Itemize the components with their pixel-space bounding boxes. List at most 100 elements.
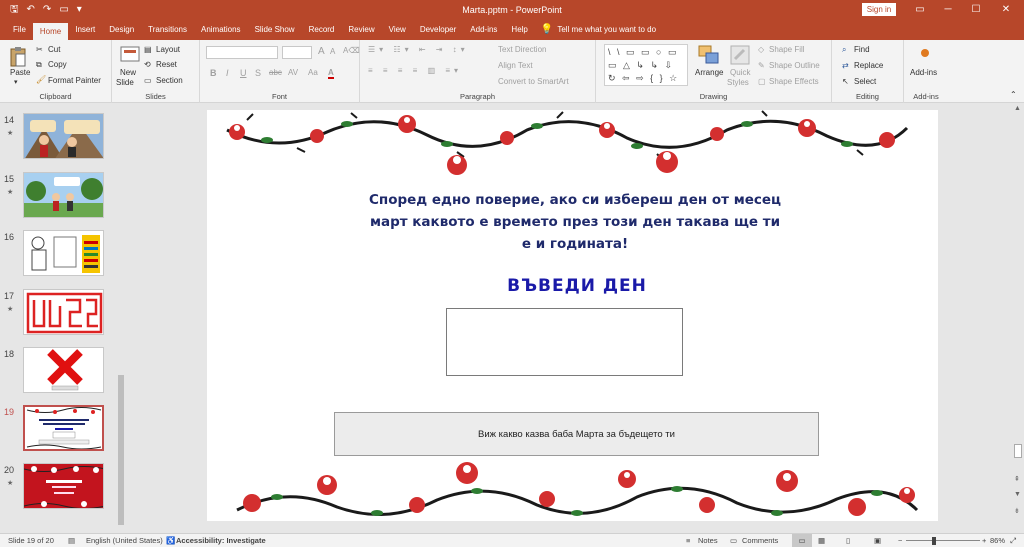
scroll-up-icon[interactable]: ▲ [1014, 105, 1021, 112]
tab-record[interactable]: Record [302, 20, 342, 40]
clear-formatting-icon[interactable]: A⌫ [343, 46, 360, 55]
slide-canvas[interactable]: Според едно поверие, ако си избереш ден … [207, 110, 938, 521]
slide-thumbnail-20[interactable] [23, 463, 104, 509]
reset-button[interactable]: Reset [156, 60, 177, 69]
layout-icon[interactable]: ▤ [144, 45, 152, 54]
notes-button[interactable]: Notes [698, 536, 718, 545]
replace-button[interactable]: Replace [854, 61, 883, 70]
increase-font-size-icon[interactable]: A [318, 46, 325, 57]
slide-thumbnail-16[interactable] [23, 230, 104, 276]
collapse-ribbon-icon[interactable]: ⌃ [1010, 90, 1017, 99]
shape-fill-button[interactable]: Shape Fill [769, 45, 805, 54]
slide-thumbnail-15[interactable] [23, 172, 104, 218]
layout-button[interactable]: Layout [156, 45, 180, 54]
arrange-button[interactable]: Arrange [695, 68, 723, 77]
customize-toolbar-icon[interactable]: ▾ [77, 0, 82, 20]
decrease-font-size-icon[interactable]: A [330, 47, 335, 56]
format-painter-icon[interactable]: 🖌 [36, 75, 46, 84]
cut-button[interactable]: Cut [48, 45, 60, 54]
shape-fill-icon[interactable]: ◇ [758, 45, 764, 54]
section-button[interactable]: Section [156, 76, 183, 85]
select-button[interactable]: Select [854, 77, 876, 86]
ribbon-display-options-icon[interactable]: ▭ [906, 0, 934, 20]
font-color-button[interactable]: A [328, 68, 334, 79]
add-ins-icon[interactable] [918, 46, 932, 60]
undo-icon[interactable]: ↶ [27, 0, 35, 20]
tab-design[interactable]: Design [102, 20, 141, 40]
slide-scrollbar-track[interactable]: ▲ ⇞ ▼ ⇟ [1012, 103, 1024, 533]
save-icon[interactable]: 🖫 [10, 0, 19, 20]
comments-button[interactable]: Comments [742, 536, 778, 545]
arrange-icon[interactable] [698, 45, 720, 65]
tab-insert[interactable]: Insert [68, 20, 102, 40]
slide-thumbnail-19[interactable] [23, 405, 104, 451]
select-icon[interactable]: ↖ [842, 77, 849, 86]
shape-outline-icon[interactable]: ✎ [758, 61, 765, 70]
start-presentation-icon[interactable]: ▭ [59, 0, 68, 20]
tab-transitions[interactable]: Transitions [141, 20, 194, 40]
slide-body-text[interactable]: Според едно поверие, ако си избереш ден … [367, 189, 783, 255]
thumbnail-scrollbar-thumb[interactable] [118, 375, 124, 525]
spelling-check-icon[interactable]: ▤ [68, 536, 75, 545]
tab-animations[interactable]: Animations [194, 20, 248, 40]
text-direction-button[interactable]: Text Direction [498, 45, 546, 54]
minimize-button[interactable]: ─ [934, 0, 962, 20]
bold-button[interactable]: B [210, 68, 217, 78]
quick-styles-button-line2[interactable]: Styles [727, 78, 749, 87]
close-button[interactable]: ✕ [992, 0, 1020, 20]
next-slide-icon[interactable]: ⇟ [1014, 507, 1020, 515]
notes-icon[interactable]: ≡ [686, 536, 690, 545]
previous-slide-icon[interactable]: ⇞ [1014, 475, 1020, 483]
convert-to-smartart-button[interactable]: Convert to SmartArt [498, 77, 569, 86]
slide-scrollbar-thumb[interactable] [1014, 444, 1022, 458]
accessibility-icon[interactable]: ♿ [166, 536, 175, 545]
sign-in-button[interactable]: Sign in [862, 3, 896, 16]
paste-dropdown-icon[interactable]: ▾ [14, 78, 18, 86]
tab-home[interactable]: Home [32, 23, 69, 40]
tab-view[interactable]: View [382, 20, 413, 40]
tab-help[interactable]: Help [504, 20, 534, 40]
shape-effects-icon[interactable]: ▢ [758, 77, 766, 86]
accessibility-status[interactable]: Accessibility: Investigate [176, 536, 266, 545]
shape-outline-button[interactable]: Shape Outline [769, 61, 820, 70]
font-size-combobox[interactable] [282, 46, 312, 59]
maximize-button[interactable]: ☐ [962, 0, 990, 20]
reading-view-icon[interactable]: ▯ [846, 536, 850, 545]
paste-icon[interactable] [9, 46, 27, 68]
tab-file[interactable]: File [6, 20, 33, 40]
quick-styles-icon[interactable] [730, 45, 750, 65]
language-indicator[interactable]: English (United States) [86, 536, 163, 545]
slide-sorter-view-icon[interactable]: ▦ [818, 536, 825, 545]
copy-icon[interactable]: ⧉ [36, 60, 42, 70]
list-buttons-icon[interactable]: ☰▾ ☷▾ ⇤ ⇥ ↕▾ [368, 45, 469, 54]
change-case-button[interactable]: Aa [308, 68, 318, 77]
see-prediction-button[interactable]: Виж какво казва баба Марта за бъдещето т… [334, 412, 819, 456]
enter-day-heading[interactable]: ВЪВЕДИ ДЕН [457, 276, 697, 296]
new-slide-button[interactable]: New [120, 68, 136, 77]
tab-developer[interactable]: Developer [413, 20, 463, 40]
find-button[interactable]: Find [854, 45, 870, 54]
scroll-down-icon[interactable]: ▼ [1014, 491, 1021, 498]
shadow-button[interactable]: S [255, 68, 261, 78]
tab-add-ins[interactable]: Add-ins [463, 20, 504, 40]
section-icon[interactable]: ▭ [144, 76, 152, 85]
zoom-out-button[interactable]: − [898, 536, 902, 545]
redo-icon[interactable]: ↷ [43, 0, 51, 20]
zoom-in-button[interactable]: + [982, 536, 986, 545]
find-icon[interactable]: ⌕ [842, 45, 846, 55]
normal-view-icon[interactable]: ▭ [792, 534, 812, 547]
underline-button[interactable]: U [240, 68, 247, 78]
tab-slide-show[interactable]: Slide Show [248, 20, 302, 40]
comments-icon[interactable]: ▭ [730, 536, 737, 545]
slide-thumbnail-17[interactable] [23, 289, 104, 335]
slide-show-view-icon[interactable]: ▣ [874, 536, 881, 545]
shape-effects-button[interactable]: Shape Effects [769, 77, 819, 86]
strikethrough-button[interactable]: abc [269, 68, 282, 77]
character-spacing-button[interactable]: AV [288, 68, 298, 77]
italic-button[interactable]: I [226, 68, 229, 78]
paste-button[interactable]: Paste [10, 68, 30, 77]
zoom-level[interactable]: 86% [990, 536, 1005, 545]
shapes-gallery[interactable]: \ \ ▭ ▭ ○ ▭ ▭ △ ↳ ↳ ⇩ ↻ ⇦ ⇨ { } ☆ ⌒ ↩ ∿ … [604, 44, 688, 86]
fit-to-window-icon[interactable]: ⤢ [1010, 536, 1016, 546]
format-painter-button[interactable]: Format Painter [48, 76, 101, 85]
